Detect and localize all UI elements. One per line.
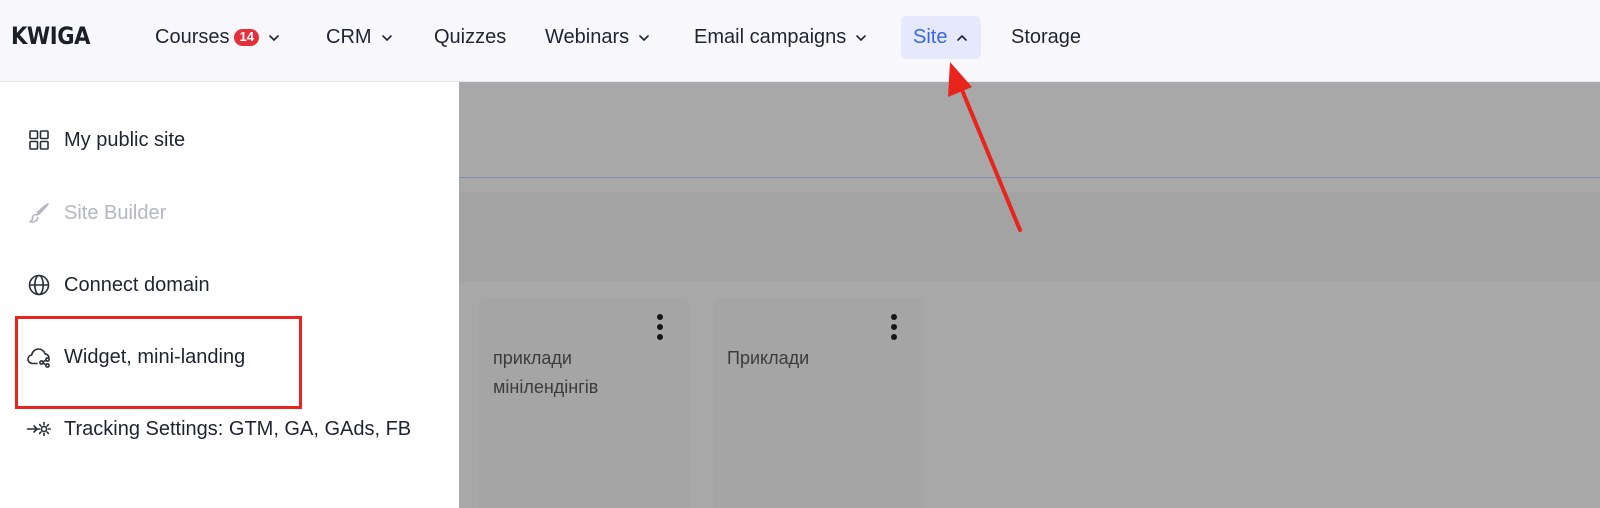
menu-item-site-builder: Site Builder: [26, 196, 166, 230]
menu-item-label: My public site: [64, 128, 186, 151]
nav-storage-label: Storage: [1011, 26, 1082, 48]
nav-crm-label: CRM: [326, 26, 372, 48]
top-navigation-bar: KWIGA Courses 14 CRM Quizzes Webinars Em…: [0, 0, 1600, 82]
chevron-down-icon: [855, 34, 867, 42]
site-dropdown-menu: My public site Site Builder Connect doma…: [0, 82, 459, 508]
landing-card[interactable]: Приклади: [713, 298, 924, 508]
nav-site-label: Site: [913, 26, 948, 48]
brush-icon: [26, 200, 52, 226]
nav-webinars-label: Webinars: [545, 26, 630, 48]
arrow-gear-icon: [26, 416, 52, 442]
menu-item-label: Site Builder: [64, 201, 167, 224]
nav-quizzes[interactable]: Quizzes: [434, 16, 506, 59]
nav-email-campaigns[interactable]: Email campaigns: [694, 16, 867, 59]
chevron-up-icon: [956, 34, 968, 42]
kwiga-logo[interactable]: KWIGA: [11, 22, 90, 50]
more-options-icon[interactable]: [654, 312, 666, 342]
divider-line: [459, 177, 1600, 178]
landing-card-title: Приклади: [727, 348, 810, 368]
more-options-icon[interactable]: [888, 312, 900, 342]
menu-item-label: Tracking Settings: GTM, GA, GAds, FB: [64, 417, 412, 440]
chevron-down-icon: [638, 34, 650, 42]
chevron-down-icon: [268, 34, 280, 42]
menu-item-my-public-site[interactable]: My public site: [26, 123, 185, 157]
grid-icon: [26, 127, 52, 153]
nav-courses-label: Courses: [155, 26, 230, 48]
menu-item-label: Connect domain: [64, 273, 210, 296]
globe-icon: [26, 272, 52, 298]
chevron-down-icon: [381, 34, 393, 42]
nav-courses[interactable]: Courses 14: [155, 16, 280, 59]
nav-storage[interactable]: Storage: [1011, 16, 1081, 59]
dimmed-page-overlay[interactable]: приклади мінілендінгів Приклади: [459, 82, 1600, 508]
dimmed-header-strip: [459, 192, 1600, 282]
cloud-share-icon: [26, 344, 52, 370]
nav-email-campaigns-label: Email campaigns: [694, 26, 847, 48]
menu-item-label: Widget, mini-landing: [64, 345, 246, 368]
menu-item-tracking-settings[interactable]: Tracking Settings: GTM, GA, GAds, FB: [26, 412, 411, 446]
landing-card-title: приклади мінілендінгів: [493, 348, 599, 397]
nav-site[interactable]: Site: [901, 16, 982, 59]
menu-item-widget-mini-landing[interactable]: Widget, mini-landing: [26, 340, 245, 374]
nav-webinars[interactable]: Webinars: [545, 16, 650, 59]
landing-card[interactable]: приклади мінілендінгів: [479, 298, 690, 508]
nav-crm[interactable]: CRM: [326, 16, 393, 59]
nav-quizzes-label: Quizzes: [434, 26, 507, 48]
menu-item-connect-domain[interactable]: Connect domain: [26, 268, 210, 302]
courses-count-badge: 14: [234, 29, 259, 46]
